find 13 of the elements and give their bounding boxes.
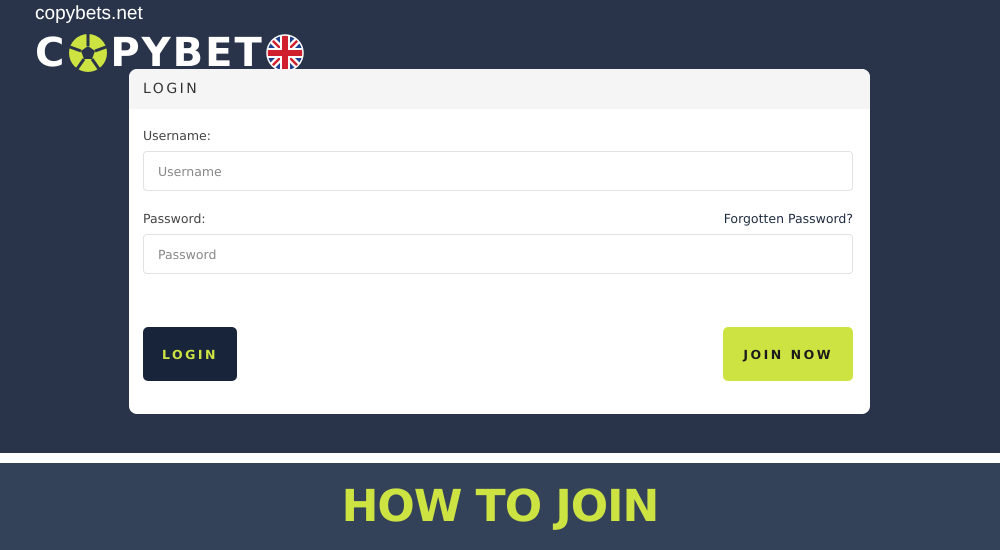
input-field[interactable]: Username <box>143 151 853 191</box>
join-button[interactable]: JOIN NOW <box>723 327 853 381</box>
login-button[interactable]: LOGIN <box>143 327 238 381</box>
field-label: Username: <box>143 128 211 142</box>
card-title: LOGIN <box>143 81 200 97</box>
field-label: Password: <box>143 210 206 226</box>
banner-title: HOW TO JOIN <box>342 481 658 532</box>
logo-text: PYBET <box>110 31 264 75</box>
logo-text: C <box>35 31 66 75</box>
forgot-password-link[interactable]: Forgotten Password? <box>724 210 853 226</box>
ball-icon <box>68 33 108 73</box>
input-field[interactable]: Password <box>143 234 853 274</box>
site-domain: copybets.net <box>35 3 143 25</box>
